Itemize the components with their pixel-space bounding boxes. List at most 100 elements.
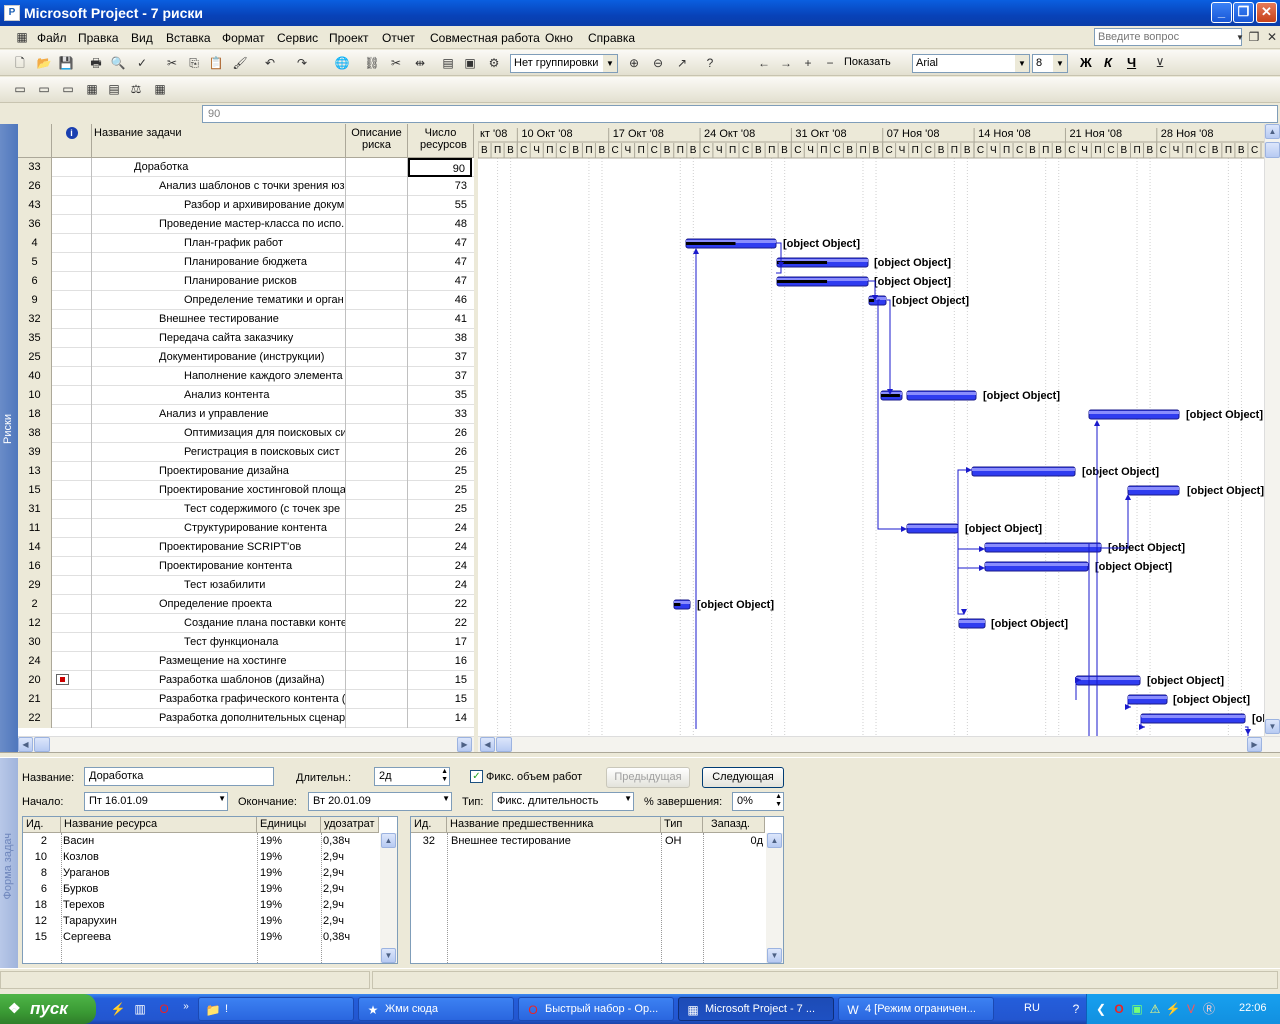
help-search-input[interactable]: Введите вопрос [1094,28,1242,46]
task-row[interactable]: 29 Тест юзабилити 24 [18,576,474,595]
risk-desc-cell[interactable] [346,234,408,253]
save-icon[interactable]: 💾 [58,55,74,71]
task-row[interactable]: 14 Проектирование SCRIPT'ов 24 [18,538,474,557]
task-name-cell[interactable]: Структурирование контента [92,519,346,538]
resource-count-cell[interactable]: 73 [408,177,472,196]
indicators-header[interactable]: i [52,124,92,158]
taskbar-project[interactable]: ▦ Microsoft Project - 7 ... [678,997,834,1021]
resource-row[interactable]: 8 Ураганов 19% 2,9ч [23,865,379,881]
resource-count-cell[interactable]: 37 [408,367,472,386]
opera-icon[interactable]: O [1111,1001,1127,1017]
task-row[interactable]: 6 Планирование рисков 47 [18,272,474,291]
task-row[interactable]: 43 Разбор и архивирование докум 55 [18,196,474,215]
menu-edit[interactable]: Правка [78,31,119,45]
resource-count-cell[interactable]: 15 [408,671,472,690]
italic-button[interactable]: К [1104,55,1112,70]
paste-icon[interactable]: 📋 [208,55,224,71]
assign-resources-icon[interactable]: ⚙ [486,55,502,71]
minimize-button[interactable]: _ [1211,2,1232,23]
scroll-up-icon[interactable]: ▲ [767,833,782,848]
risk-desc-cell[interactable] [346,709,408,728]
risk-desc-cell[interactable] [346,386,408,405]
restore-doc-icon[interactable]: ❐ [1246,29,1262,45]
risk-desc-cell[interactable] [346,538,408,557]
tray-app-icon[interactable]: ⚡ [1165,1001,1181,1017]
task-row[interactable]: 26 Анализ шаблонов с точки зрения юз 73 [18,177,474,196]
task-name-cell[interactable]: Проектирование SCRIPT'ов [92,538,346,557]
scroll-down-icon[interactable]: ▼ [1265,719,1280,734]
risk-desc-cell[interactable] [346,690,408,709]
help-icon[interactable]: ? [702,55,718,71]
resource-count-cell[interactable]: 41 [408,310,472,329]
scroll-thumb[interactable] [34,737,50,752]
task-name-cell[interactable]: Разбор и архивирование докум [92,196,346,215]
row-id[interactable]: 39 [18,443,52,462]
resource-count-cell[interactable]: 24 [408,538,472,557]
resource-row[interactable]: 10 Козлов 19% 2,9ч [23,849,379,865]
fixed-work-checkbox[interactable]: ✓ [470,770,483,783]
resource-row[interactable]: 2 Васин 19% 0,38ч [23,833,379,849]
pred-col-id[interactable]: Ид. [411,817,447,833]
redo-icon[interactable]: ↷ [294,55,310,71]
task-name-cell[interactable]: Тест юзабилити [92,576,346,595]
scroll-down-icon[interactable]: ▼ [767,948,782,963]
scroll-right-icon[interactable]: ▶ [457,737,472,752]
undo-icon[interactable]: ↶ [262,55,278,71]
menu-project[interactable]: Проект [329,31,369,45]
row-id[interactable]: 24 [18,652,52,671]
row-id[interactable]: 33 [18,158,52,177]
goto-task-icon[interactable]: ↗ [674,55,690,71]
row-header-corner[interactable] [18,124,52,158]
task-name-field[interactable]: Доработка [84,767,274,786]
spin-icon[interactable]: ▲ ▼ [441,768,448,784]
chevron-down-icon[interactable]: ▼ [218,794,226,803]
task-name-cell[interactable]: Тест содержимого (с точек зре [92,500,346,519]
task-row[interactable]: 15 Проектирование хостинговой площа 25 [18,481,474,500]
task-row[interactable]: 31 Тест содержимого (с точек зре 25 [18,500,474,519]
risk-desc-cell[interactable] [346,443,408,462]
row-id[interactable]: 35 [18,329,52,348]
gantt-vertical-scrollbar[interactable]: ▲ ▼ [1264,124,1280,736]
task-row[interactable]: 40 Наполнение каждого элемента 37 [18,367,474,386]
filter-icon[interactable]: ⊻ [1152,55,1168,71]
tray-app-icon[interactable]: ⚠ [1147,1001,1163,1017]
quicklaunch-icon[interactable]: ▥ [132,1001,148,1017]
taskbar-folder[interactable]: 📁! [198,997,354,1021]
task-name-cell[interactable]: Регистрация в поисковых сист [92,443,346,462]
task-name-cell[interactable]: Анализ контента [92,386,346,405]
task-name-cell[interactable]: Анализ и управление [92,405,346,424]
task-name-cell[interactable]: Проектирование хостинговой площа [92,481,346,500]
tray-app-icon[interactable]: Ⓡ [1201,1001,1217,1017]
row-id[interactable]: 43 [18,196,52,215]
cut-icon[interactable]: ✂ [164,55,180,71]
res-col-name[interactable]: Название ресурса [61,817,257,833]
task-row[interactable]: 35 Передача сайта заказчику 38 [18,329,474,348]
network-icon[interactable]: ▣ [1129,1001,1145,1017]
previous-button[interactable]: Предыдущая [606,767,690,788]
resource-count-cell[interactable]: 38 [408,329,472,348]
format-painter-icon[interactable]: 🖌 [232,55,248,71]
balance-icon[interactable]: ⚖ [128,81,144,97]
row-id[interactable]: 11 [18,519,52,538]
risk-desc-cell[interactable] [346,329,408,348]
menu-format[interactable]: Формат [222,31,265,45]
resource-count-cell[interactable]: 35 [408,386,472,405]
language-indicator[interactable]: RU [1024,1002,1040,1014]
task-name-cell[interactable]: Определение тематики и орган [92,291,346,310]
scroll-left-icon[interactable]: ◀ [18,737,33,752]
row-id[interactable]: 4 [18,234,52,253]
grouping-select[interactable]: Нет группировки ▼ [510,54,618,73]
show-dropdown[interactable]: Показать [844,56,891,68]
row-id[interactable]: 38 [18,424,52,443]
resource-count-cell[interactable]: 48 [408,215,472,234]
res-scrollbar[interactable]: ▲ ▼ [380,833,397,963]
finish-date-field[interactable]: Вт 20.01.09 ▼ [308,792,452,811]
pred-col-lag[interactable]: Запазд. [703,817,765,833]
menu-window[interactable]: Окно [545,31,573,45]
resource-count-cell[interactable]: 26 [408,424,472,443]
pred-col-name[interactable]: Название предшественника [447,817,661,833]
spelling-icon[interactable]: ✓ [134,55,150,71]
opera-icon[interactable]: O [156,1001,172,1017]
unlink-tasks-icon[interactable]: ✂ [388,55,404,71]
res-col-id[interactable]: Ид. [23,817,61,833]
